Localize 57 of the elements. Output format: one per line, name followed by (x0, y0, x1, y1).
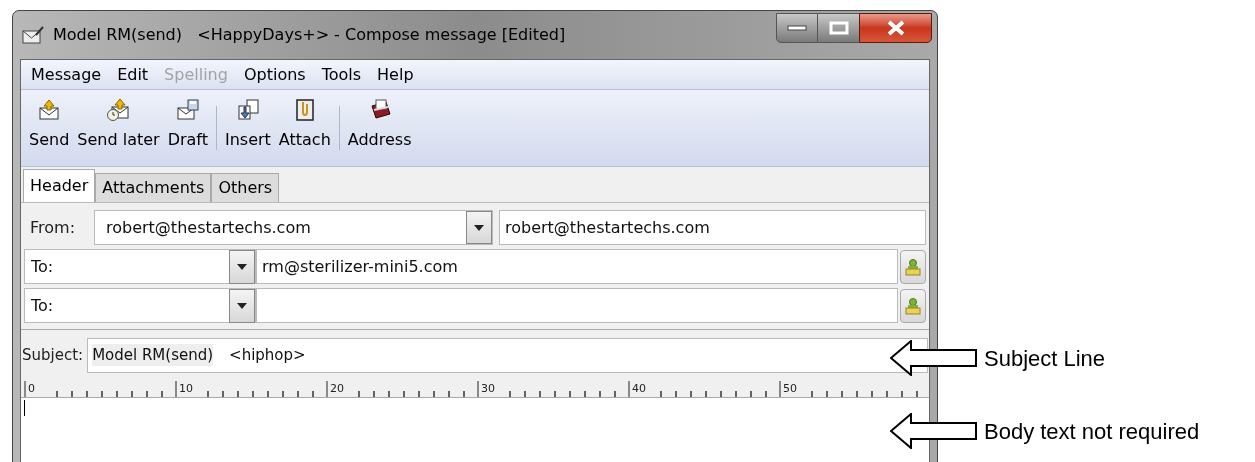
toolbar-button[interactable]: Insert (220, 98, 275, 152)
toolbar-button[interactable]: Attach (274, 98, 335, 152)
dropdown-arrow-icon (237, 302, 247, 309)
address-book-button[interactable] (900, 288, 926, 323)
subject-label: Subject: (22, 344, 85, 366)
toolbar-button[interactable]: Send later (73, 98, 164, 152)
person-card-icon (905, 257, 921, 276)
close-button[interactable] (859, 13, 932, 43)
ruler-major-tick (326, 381, 330, 397)
menu-item[interactable]: Tools (313, 62, 370, 87)
identity-field[interactable]: robert@thestartechs.com (499, 210, 926, 245)
subject-text: <hiphop> (229, 344, 306, 366)
maximize-button[interactable] (818, 13, 859, 43)
toolbar-button[interactable]: Draft (163, 98, 212, 152)
address-book-button[interactable] (900, 249, 926, 284)
window-title: Model RM(send) <HappyDays+> - Compose message [Edited] (53, 24, 566, 46)
toolbar-button[interactable]: Address (343, 98, 416, 152)
recipient-address-field[interactable]: rm@sterilizer-mini5.com (256, 249, 898, 284)
minimize-button[interactable] (776, 13, 818, 43)
ruler-number: 20 (330, 383, 345, 394)
tab[interactable]: Header (23, 169, 96, 202)
recipient-type-dropdown[interactable]: To: (24, 249, 256, 284)
ruler-major-tick (175, 381, 179, 397)
dropdown-arrow-icon (237, 263, 247, 270)
person-card-icon (905, 296, 921, 315)
tab[interactable]: Attachments (95, 173, 212, 202)
from-dropdown[interactable]: robert@thestartechs.com (94, 210, 493, 245)
toolbar-button[interactable]: Send (25, 98, 74, 152)
ruler-number: 40 (632, 383, 647, 394)
menu-item[interactable]: Help (369, 62, 422, 87)
annotation-text: Subject Line (984, 344, 1106, 373)
subject-highlighted-text: Model RM(send) (92, 343, 214, 367)
recipient-address-field[interactable] (256, 288, 898, 323)
envelope-disk-icon (175, 98, 200, 122)
ruler-number: 50 (783, 383, 798, 394)
menu-item[interactable]: Edit (109, 62, 157, 87)
maximize-icon (828, 21, 849, 35)
envelope-up-arrow-icon (37, 98, 62, 122)
ruler-major-tick (24, 381, 28, 397)
minimize-icon (787, 25, 807, 31)
ruler-major-tick (779, 381, 783, 397)
from-label: From: (29, 216, 77, 239)
ruler-major-tick (477, 381, 481, 397)
ruler-number: 30 (481, 383, 496, 394)
ruler-number: 0 (28, 383, 36, 394)
envelope-pencil-icon (22, 26, 44, 44)
ruler-major-tick (628, 381, 632, 397)
annotation-text: Body text not required (984, 417, 1200, 446)
ruler-number: 10 (179, 383, 194, 394)
documents-arrow-icon (235, 98, 260, 122)
subject-field[interactable]: Model RM(send) <hiphop> (87, 337, 928, 373)
envelope-clock-icon (106, 98, 131, 122)
recipient-type-dropdown[interactable]: To: (24, 288, 256, 323)
menu-item[interactable]: Options (235, 62, 314, 87)
tab[interactable]: Others (211, 173, 280, 202)
menu-item[interactable]: Message (23, 62, 110, 87)
dropdown-arrow-icon (474, 224, 484, 231)
